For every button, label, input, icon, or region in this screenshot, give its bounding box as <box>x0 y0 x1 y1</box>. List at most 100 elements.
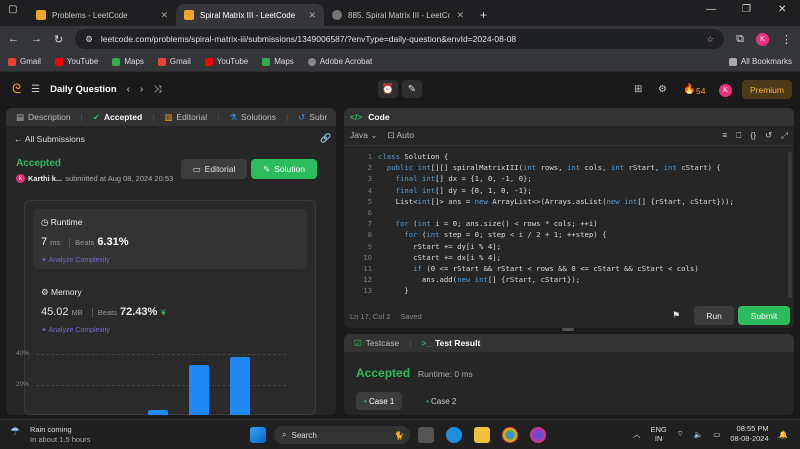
submit-button[interactable]: Submit <box>738 306 790 325</box>
profile-avatar[interactable]: K <box>756 32 769 46</box>
code-editor[interactable]: 1 class Solution {2 public int[][] spiral… <box>344 152 794 302</box>
analyze-complexity-link[interactable]: ✦ Analyze Complexity <box>41 326 110 334</box>
browser-tab-title: 885. Spiral Matrix III - LeetCod <box>348 10 451 20</box>
distribution-bar[interactable] <box>189 364 209 415</box>
distribution-bar[interactable] <box>148 409 168 415</box>
submission-status: Accepted <box>16 158 62 169</box>
battery-icon[interactable]: ▭ <box>713 430 720 439</box>
runtime-card[interactable]: ◷ Runtime 7 ms Beats 6.31% ✦ Analyze Com… <box>33 209 307 269</box>
tab-test-result[interactable]: >_ Test Result <box>417 338 484 348</box>
file-explorer-icon[interactable] <box>474 427 490 443</box>
braces-icon[interactable]: {} <box>750 130 756 141</box>
case-1-tab[interactable]: • Case 1 <box>356 392 403 410</box>
daily-question-title[interactable]: Daily Question <box>50 84 117 95</box>
tab-submissions[interactable]: ↺ Subr <box>294 112 331 123</box>
problem-list-icon[interactable]: ☰ <box>31 84 40 95</box>
chevron-up-icon[interactable]: ︿ <box>633 429 641 440</box>
bookmark-youtube[interactable]: YouTube <box>54 57 98 66</box>
site-info-icon[interactable]: ⚙ <box>85 34 93 45</box>
language-indicator[interactable]: ENG IN <box>651 425 667 443</box>
close-icon[interactable]: ✕ <box>160 10 168 21</box>
distribution-bar[interactable] <box>230 356 250 415</box>
tab-solutions[interactable]: ⚗ Solutions <box>225 112 280 123</box>
editor-scrollbar[interactable] <box>788 152 792 298</box>
notification-bell-icon[interactable]: 🔔 <box>779 430 788 439</box>
close-icon[interactable]: ✕ <box>308 10 316 21</box>
back-arrow-icon[interactable]: ← <box>8 33 19 45</box>
cursor-position: Ln 17, Col 2 <box>350 311 391 321</box>
run-button[interactable]: Run <box>694 306 734 325</box>
extensions-icon[interactable]: ⧉ <box>736 33 744 46</box>
timer-icon[interactable]: ⏰ <box>378 80 398 98</box>
all-bookmarks[interactable]: All Bookmarks <box>728 57 792 66</box>
settings-gear-icon[interactable]: ⚙ <box>658 84 667 95</box>
tab-testcase[interactable]: ☑ Testcase <box>350 338 403 349</box>
code-line: class Solution { <box>378 152 449 161</box>
new-tab-button[interactable]: + <box>480 8 487 22</box>
auto-mode[interactable]: ⊡ Auto <box>387 130 414 141</box>
forward-arrow-icon[interactable]: → <box>31 33 42 45</box>
task-view-icon[interactable] <box>418 427 434 443</box>
browser-tab-problems[interactable]: Problems - LeetCode ✕ <box>28 4 176 26</box>
site-favicon-icon <box>332 10 342 20</box>
window-close-icon[interactable]: ✕ <box>778 4 786 15</box>
tab-search-icon[interactable]: ▢ <box>8 4 17 15</box>
next-problem-icon[interactable]: › <box>140 84 143 95</box>
reload-icon[interactable]: ↻ <box>54 33 63 46</box>
user-avatar[interactable]: K <box>719 84 732 97</box>
language-select[interactable]: Java ⌄ <box>350 130 377 141</box>
memory-card[interactable]: ⚙ Memory 45.02 MB Beats 72.43% ❦ ✦ Analy… <box>33 279 307 339</box>
submitter-name[interactable]: Karthi k... <box>28 174 62 183</box>
terminal-icon: >_ <box>421 338 432 348</box>
clock[interactable]: 08:55 PM 08-08-2024 <box>730 424 768 444</box>
reset-icon[interactable]: ↺ <box>765 130 772 141</box>
tab-description[interactable]: ▤ Description <box>12 112 75 123</box>
bookmark-gmail[interactable]: Gmail <box>8 57 41 66</box>
solution-button[interactable]: ✎ Solution <box>251 159 317 179</box>
menu-icon[interactable]: ⋮ <box>781 33 792 46</box>
bookmark-youtube[interactable]: YouTube <box>204 57 248 66</box>
weather-widget[interactable]: ☂ Rain coming In about 1.5 hours <box>10 425 90 445</box>
streak-fire-icon[interactable]: 🔥 <box>683 84 695 95</box>
maximize-icon[interactable]: ❐ <box>742 4 751 15</box>
bookmark-adobe-acrobat[interactable]: Adobe Acrobat <box>307 57 372 66</box>
bookmark-icon[interactable]: ⎕ <box>736 130 741 141</box>
bookmark-gmail[interactable]: Gmail <box>157 57 191 66</box>
notes-icon[interactable]: ✎ <box>402 80 422 98</box>
fullscreen-icon[interactable]: ⤢ <box>781 130 788 141</box>
minimize-icon[interactable]: — <box>706 4 716 15</box>
close-icon[interactable]: ✕ <box>456 10 464 21</box>
analyze-complexity-link[interactable]: ✦ Analyze Complexity <box>41 256 110 264</box>
premium-button[interactable]: Premium <box>742 80 792 99</box>
line-number: 11 <box>363 264 372 273</box>
chrome-icon[interactable] <box>502 427 518 443</box>
debug-icon[interactable]: ⚑ <box>672 310 680 321</box>
url-bar[interactable]: ⚙ leetcode.com/problems/spiral-matrix-ii… <box>75 29 725 49</box>
taskbar-search[interactable]: ⌕ Search 🐈 <box>274 426 410 444</box>
tab-editorial[interactable]: ▥ Editorial <box>160 112 211 123</box>
volume-icon[interactable]: 🔈 <box>694 430 703 439</box>
shuffle-icon[interactable]: ⤨ <box>153 84 161 95</box>
editorial-button[interactable]: ▭ Editorial <box>181 159 247 179</box>
code-panel-title: Code <box>368 112 390 122</box>
chrome-profile-icon[interactable] <box>530 427 546 443</box>
line-number: 5 <box>367 196 372 206</box>
format-icon[interactable]: ≡ <box>722 130 727 141</box>
edit-icon: ✎ <box>263 163 271 174</box>
browser-tab-spiral[interactable]: Spiral Matrix III - LeetCode ✕ <box>176 4 324 26</box>
browser-tab-885[interactable]: 885. Spiral Matrix III - LeetCod ✕ <box>324 4 472 26</box>
bookmark-maps[interactable]: Maps <box>262 57 294 66</box>
leetcode-logo-icon[interactable]: ᘓ <box>12 81 21 97</box>
all-submissions-link[interactable]: ← All Submissions <box>14 134 85 144</box>
share-link-icon[interactable]: 🔗 <box>320 133 331 144</box>
edge-icon[interactable] <box>446 427 462 443</box>
panel-resize-handle[interactable] <box>562 328 574 331</box>
case-2-tab[interactable]: • Case 2 <box>418 392 464 410</box>
windows-start-icon[interactable] <box>250 427 266 443</box>
layout-icon[interactable]: ⊞ <box>634 84 642 95</box>
wifi-icon[interactable]: ⌔ <box>677 429 684 439</box>
bookmark-maps[interactable]: Maps <box>112 57 144 66</box>
tab-accepted[interactable]: ✔ Accepted <box>89 112 146 123</box>
bookmark-star-icon[interactable]: ☆ <box>707 34 715 45</box>
prev-problem-icon[interactable]: ‹ <box>127 84 130 95</box>
